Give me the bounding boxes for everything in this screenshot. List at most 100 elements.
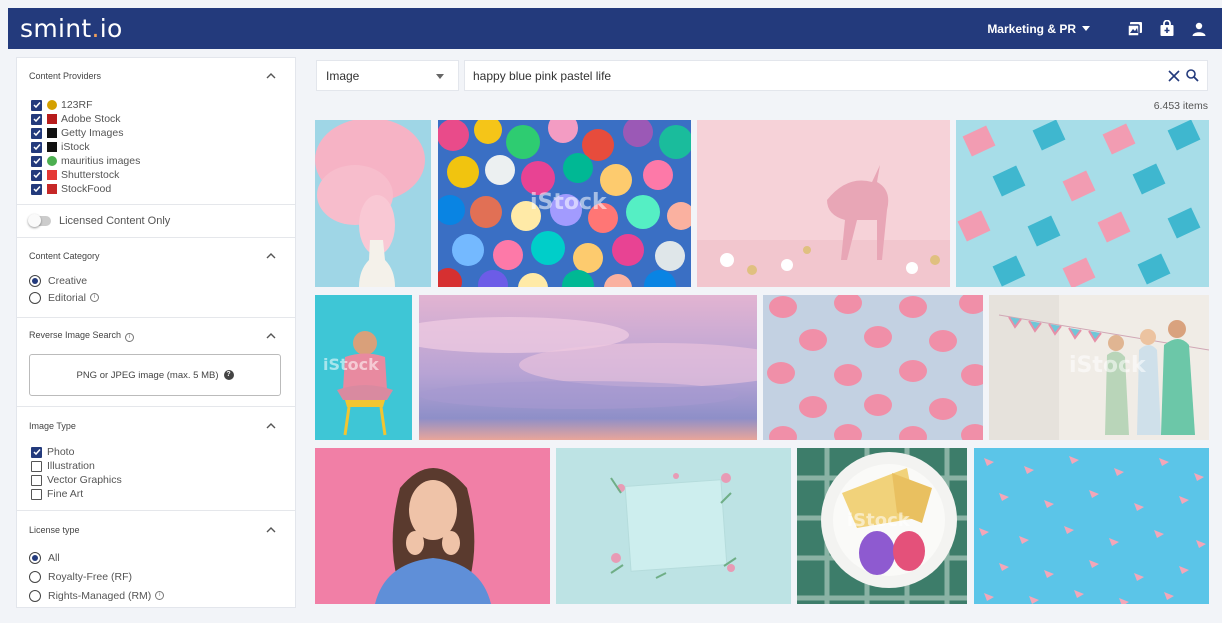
provider-logo-icon <box>47 114 57 124</box>
chevron-up-icon[interactable] <box>265 330 277 342</box>
info-icon[interactable]: i <box>89 293 99 302</box>
result-thumbnail[interactable]: iStock <box>438 120 691 287</box>
radio-label: Rights-Managed (RM) <box>48 589 152 602</box>
radio-button[interactable] <box>29 551 41 564</box>
radio-button[interactable] <box>29 589 41 602</box>
provider-label: Adobe Stock <box>61 113 121 125</box>
chevron-up-icon[interactable] <box>265 524 277 536</box>
reverse-search-header[interactable]: Reverse Image Search i <box>17 318 295 354</box>
image-type-label: Vector Graphics <box>47 474 122 486</box>
provider-option[interactable]: Shutterstock <box>17 168 295 182</box>
image-type-label: Illustration <box>47 460 95 472</box>
image-type-section: Image Type Photo Illustration Vector Graph… <box>17 407 295 511</box>
checkbox[interactable] <box>31 113 42 125</box>
result-thumbnail[interactable] <box>556 448 791 604</box>
radio-label: All <box>48 551 60 564</box>
provider-logo-icon <box>47 128 57 138</box>
provider-option[interactable]: iStock <box>17 140 295 154</box>
provider-logo-icon <box>47 142 57 152</box>
smint-logo[interactable]: smint.io <box>20 14 123 43</box>
checkbox[interactable] <box>31 141 42 153</box>
provider-label: mauritius images <box>61 155 141 167</box>
upload-label: PNG or JPEG image (max. 5 MB) <box>76 369 219 381</box>
clear-icon[interactable] <box>1168 69 1180 87</box>
image-type-header[interactable]: Image Type <box>17 407 295 445</box>
license-type-header[interactable]: License type <box>17 511 295 548</box>
result-thumbnail[interactable]: iStock <box>989 295 1209 440</box>
info-icon[interactable]: i <box>125 333 135 342</box>
result-thumbnail[interactable] <box>419 295 757 440</box>
section-title: License type <box>29 524 80 535</box>
chevron-up-icon[interactable] <box>265 420 277 432</box>
provider-logo-icon <box>47 100 57 110</box>
result-thumbnail[interactable] <box>956 120 1209 287</box>
provider-label: Getty Images <box>61 127 124 139</box>
radio-button[interactable] <box>29 570 41 583</box>
result-thumbnail[interactable]: iStock <box>315 295 412 440</box>
checkbox[interactable] <box>31 99 42 111</box>
info-icon[interactable]: i <box>155 591 165 600</box>
content-category-header[interactable]: Content Category <box>17 238 295 274</box>
search-icon[interactable] <box>1186 69 1199 87</box>
checkbox[interactable] <box>31 183 42 195</box>
istock-watermark: iStock <box>530 190 607 215</box>
radio-button[interactable] <box>29 274 41 287</box>
radio-royalty-free[interactable]: Royalty-Free (RF) <box>17 567 295 586</box>
image-type-option[interactable]: Illustration <box>17 459 295 473</box>
provider-logo-icon <box>47 184 57 194</box>
result-thumbnail[interactable] <box>974 448 1209 604</box>
provider-label: iStock <box>61 141 90 153</box>
provider-logo-icon <box>47 156 57 166</box>
checkbox[interactable] <box>31 460 42 472</box>
provider-option[interactable]: mauritius images <box>17 154 295 168</box>
result-thumbnail[interactable] <box>763 295 983 440</box>
licensed-only-toggle[interactable] <box>28 214 51 227</box>
image-type-label: Fine Art <box>47 488 84 500</box>
istock-watermark: iStock <box>323 355 379 374</box>
radio-license-all[interactable]: All <box>17 548 295 567</box>
top-navbar: smint.io Marketing & PR <box>8 8 1222 49</box>
checkbox[interactable] <box>31 155 42 167</box>
content-providers-section: Content Providers 123RF Adobe Stock Getty … <box>17 58 295 205</box>
chevron-up-icon[interactable] <box>265 70 277 82</box>
help-icon[interactable]: ? <box>223 370 234 380</box>
image-type-option[interactable]: Fine Art <box>17 487 295 501</box>
checkbox[interactable] <box>31 474 42 486</box>
radio-editorial[interactable]: Editorial i <box>17 289 295 306</box>
provider-option[interactable]: Getty Images <box>17 126 295 140</box>
checkbox[interactable] <box>31 446 42 458</box>
checkbox[interactable] <box>31 127 42 139</box>
image-type-list: Photo Illustration Vector Graphics Fine Art <box>17 445 295 501</box>
user-icon[interactable] <box>1188 18 1210 40</box>
radio-label: Creative <box>48 274 88 287</box>
image-upload-dropzone[interactable]: PNG or JPEG image (max. 5 MB) ? <box>29 354 281 396</box>
provider-label: 123RF <box>61 99 93 111</box>
checkbox[interactable] <box>31 169 42 181</box>
licensed-only-section: Licensed Content Only <box>17 205 295 238</box>
workspace-dropdown[interactable]: Marketing & PR <box>987 22 1090 36</box>
image-type-option[interactable]: Vector Graphics <box>17 473 295 487</box>
result-thumbnail[interactable] <box>315 448 550 604</box>
content-type-select[interactable]: Image <box>316 60 459 91</box>
section-title: Content Category <box>29 251 100 261</box>
radio-rights-managed[interactable]: Rights-Managed (RM) i <box>17 586 295 605</box>
result-thumbnail[interactable] <box>315 120 431 287</box>
result-thumbnail[interactable]: iStock <box>797 448 967 604</box>
gallery-icon[interactable] <box>1124 18 1146 40</box>
provider-option[interactable]: StockFood <box>17 182 295 196</box>
chevron-up-icon[interactable] <box>265 250 277 262</box>
radio-creative[interactable]: Creative <box>17 272 295 289</box>
caret-down-icon <box>1082 26 1090 31</box>
image-type-option[interactable]: Photo <box>17 445 295 459</box>
provider-option[interactable]: 123RF <box>17 98 295 112</box>
provider-option[interactable]: Adobe Stock <box>17 112 295 126</box>
checkbox[interactable] <box>31 488 42 500</box>
istock-watermark: iStock <box>847 510 910 531</box>
shopping-bag-icon[interactable] <box>1156 18 1178 40</box>
radio-label: Editorial <box>48 291 86 304</box>
search-input[interactable] <box>473 68 1123 83</box>
result-thumbnail[interactable] <box>697 120 950 287</box>
radio-button[interactable] <box>29 291 41 304</box>
content-providers-header[interactable]: Content Providers <box>17 58 295 94</box>
content-type-value: Image <box>326 68 360 83</box>
